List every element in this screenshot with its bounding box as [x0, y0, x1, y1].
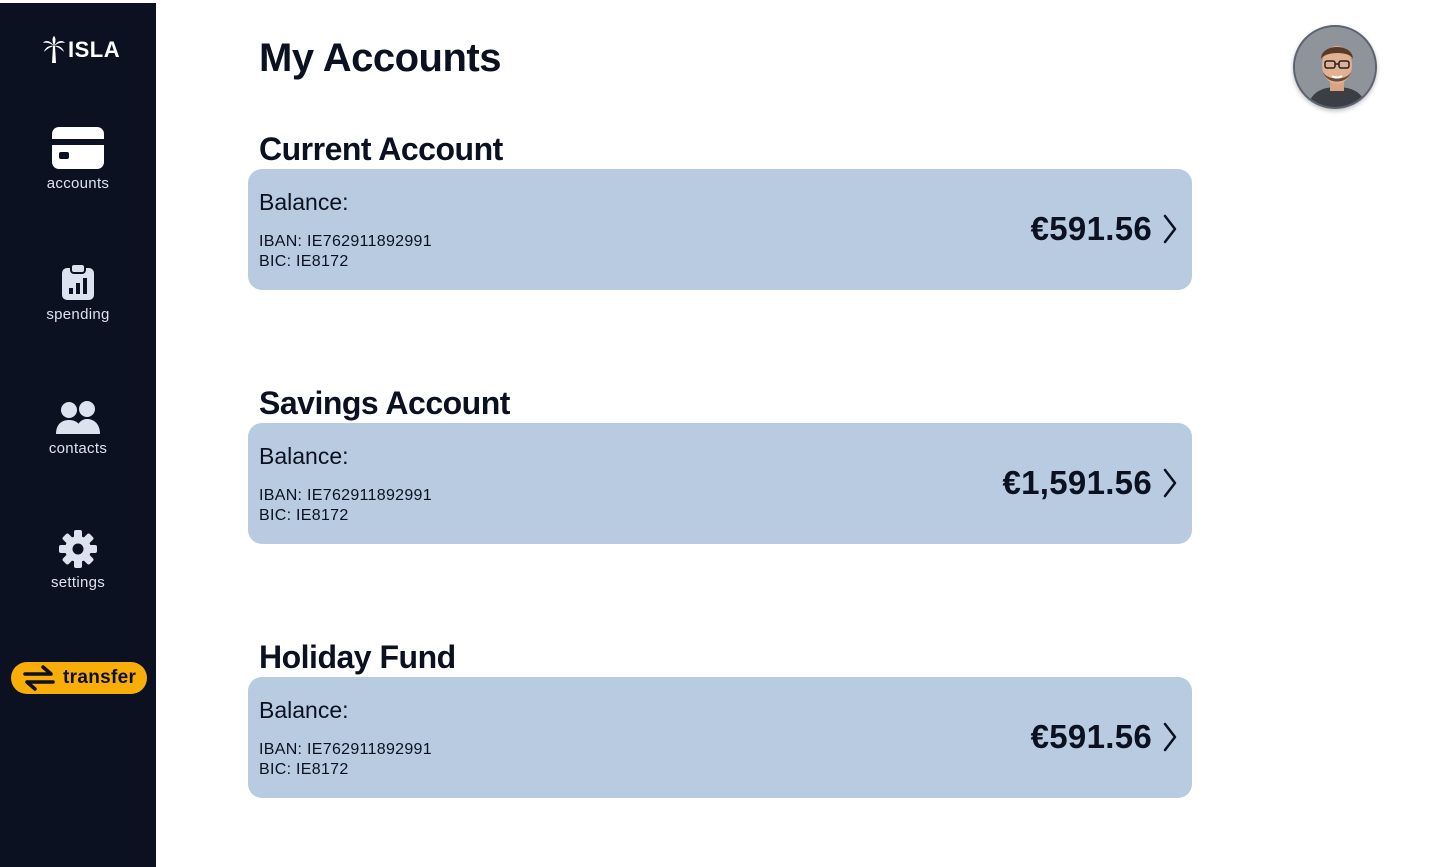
account-title: Holiday Fund [259, 639, 456, 675]
sidebar-item-accounts[interactable]: accounts [0, 127, 156, 192]
chevron-right-icon [1163, 214, 1177, 244]
balance-label: Balance: [259, 443, 349, 469]
bic-text: BIC: IE8172 [259, 253, 349, 270]
arrows-exchange-icon [23, 665, 55, 691]
balance-label: Balance: [259, 697, 349, 723]
sidebar-item-label: spending [46, 306, 110, 323]
sidebar-item-label: accounts [46, 175, 110, 192]
user-avatar-icon [1295, 27, 1375, 107]
avatar[interactable] [1293, 25, 1377, 109]
account-card-current[interactable]: Balance: IBAN: IE762911892991 BIC: IE817… [248, 169, 1192, 290]
sidebar-item-label: settings [50, 574, 106, 591]
iban-text: IBAN: IE762911892991 [259, 741, 432, 758]
transfer-label: transfer [63, 667, 137, 688]
sidebar-item-contacts[interactable]: contacts [0, 400, 156, 457]
sidebar-item-label: contacts [48, 440, 108, 457]
account-title: Savings Account [259, 385, 510, 421]
balance-amount: €591.56 [1030, 718, 1152, 755]
brand-logo[interactable]: ISLA [42, 36, 120, 64]
balance-amount: €1,591.56 [1002, 464, 1152, 501]
gear-icon [59, 530, 97, 568]
balance-amount: €591.56 [1030, 210, 1152, 247]
account-card-savings[interactable]: Balance: IBAN: IE762911892991 BIC: IE817… [248, 423, 1192, 544]
bic-text: BIC: IE8172 [259, 507, 349, 524]
transfer-button[interactable]: transfer [11, 662, 147, 694]
credit-card-icon [52, 127, 104, 169]
account-card-holiday[interactable]: Balance: IBAN: IE762911892991 BIC: IE817… [248, 677, 1192, 798]
balance-label: Balance: [259, 189, 349, 215]
brand-name: ISLA [68, 37, 121, 62]
iban-text: IBAN: IE762911892991 [259, 233, 432, 250]
chevron-right-icon [1163, 722, 1177, 752]
sidebar: ISLA accounts spending contacts settings… [0, 3, 156, 867]
bic-text: BIC: IE8172 [259, 761, 349, 778]
chevron-right-icon [1163, 468, 1177, 498]
iban-text: IBAN: IE762911892991 [259, 487, 432, 504]
sidebar-item-spending[interactable]: spending [0, 264, 156, 323]
page-title: My Accounts [259, 36, 501, 80]
account-title: Current Account [259, 131, 503, 167]
users-icon [56, 401, 100, 434]
clipboard-chart-icon [62, 264, 94, 300]
sidebar-item-settings[interactable]: settings [0, 530, 156, 591]
palm-tree-icon [43, 36, 65, 63]
